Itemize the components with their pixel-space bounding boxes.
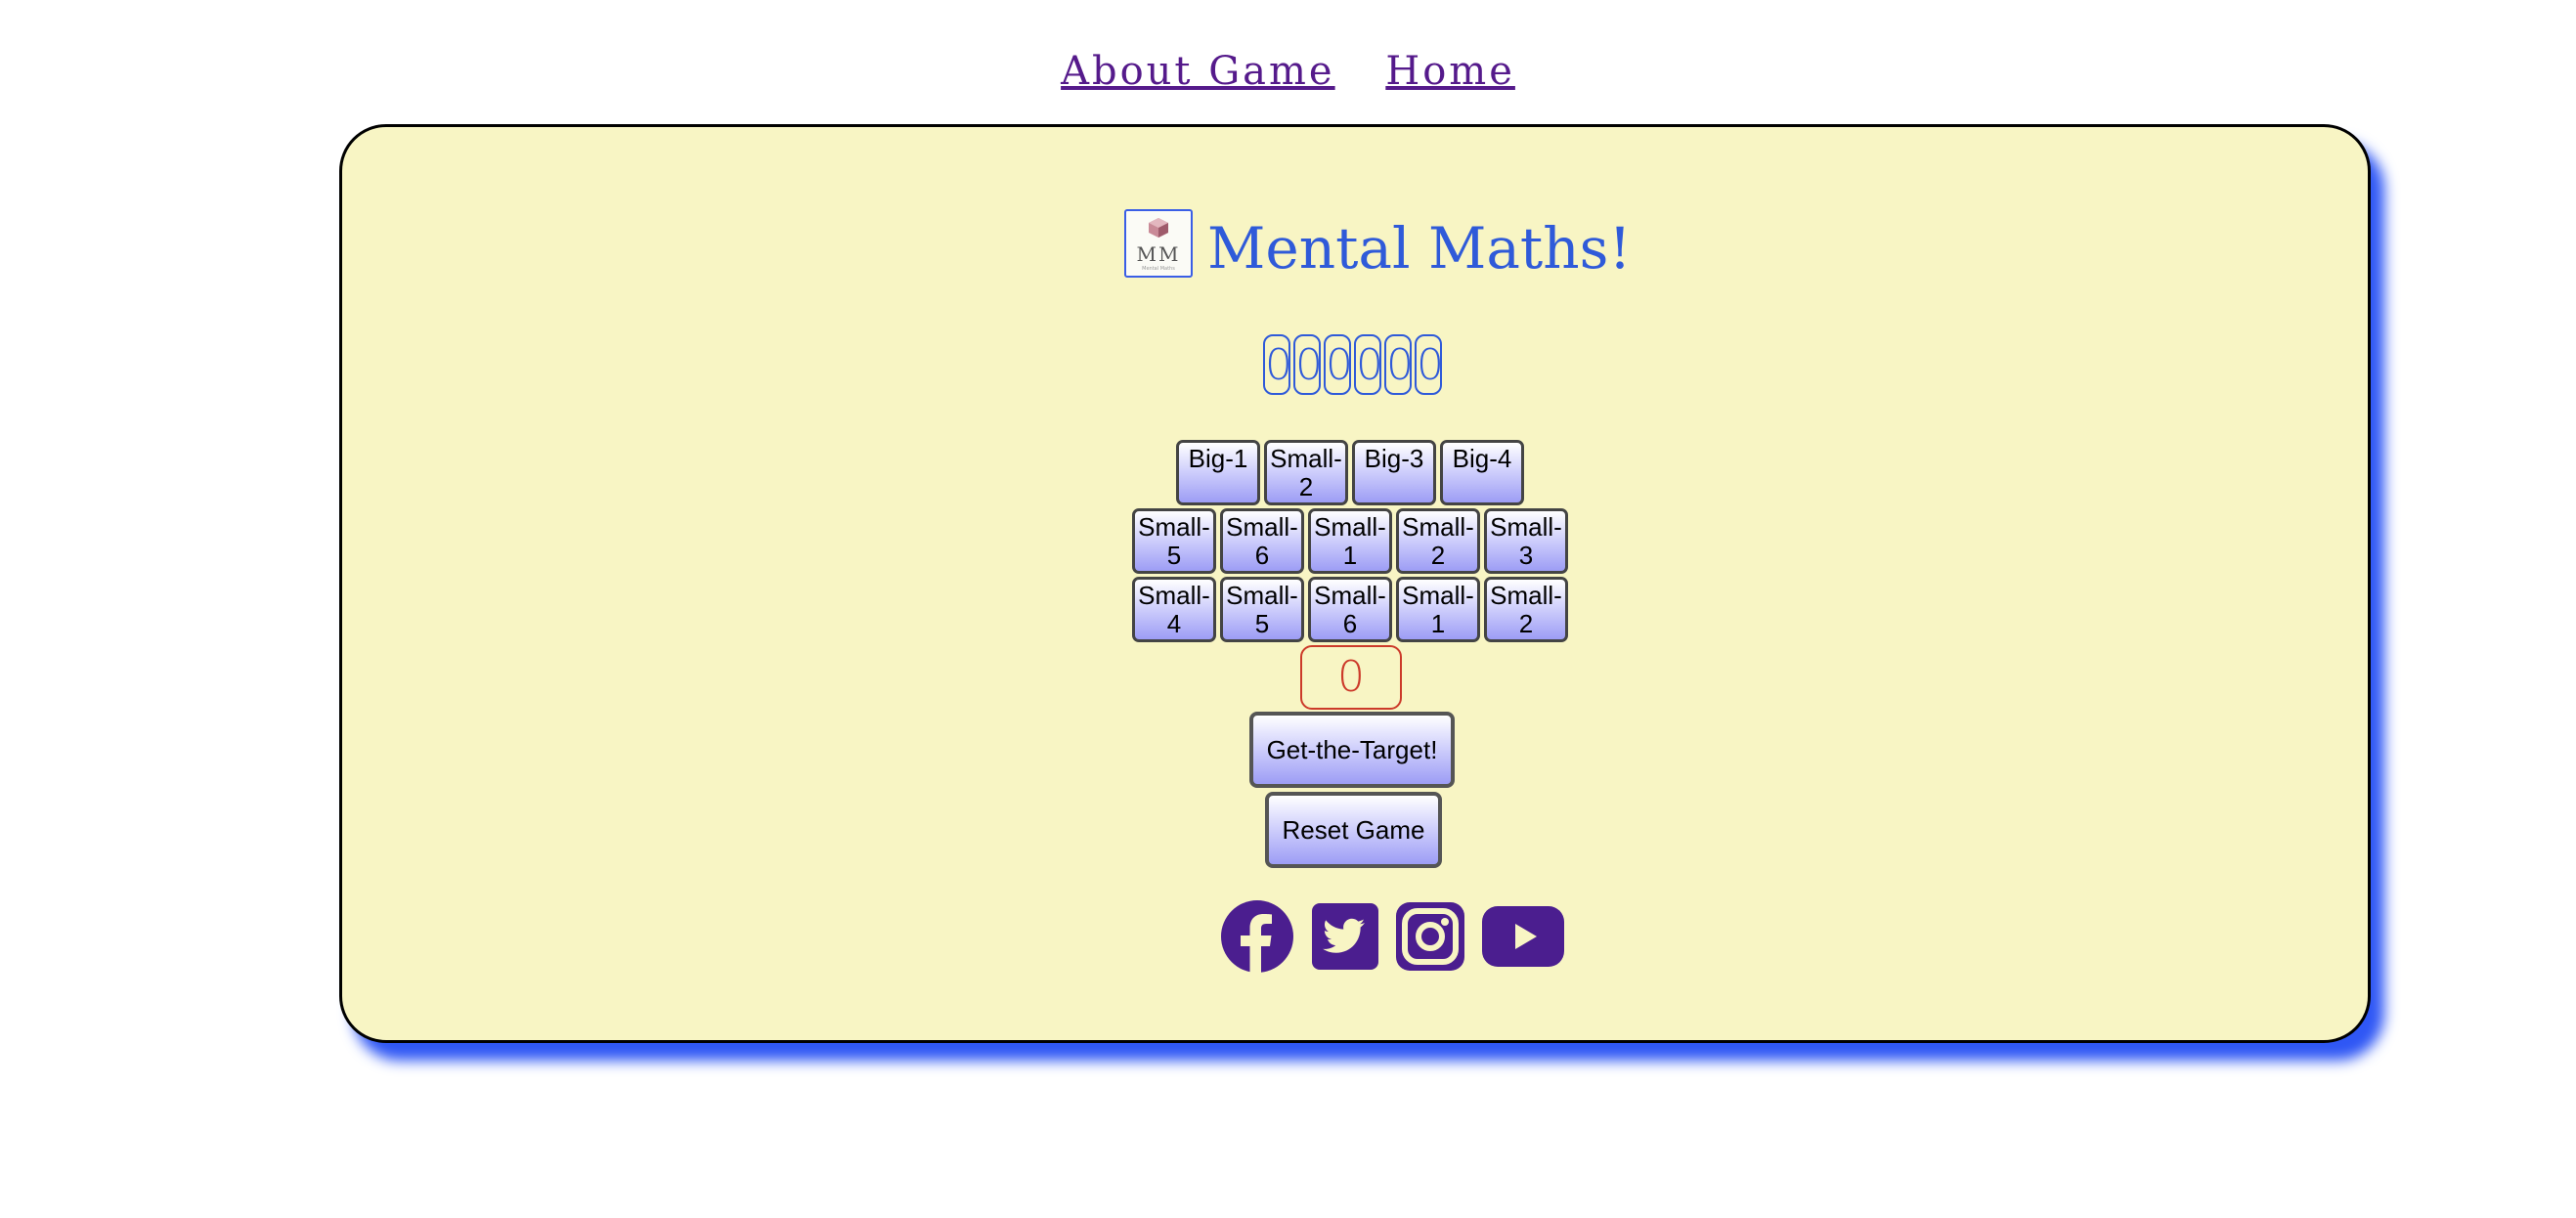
instagram-icon[interactable] <box>1396 902 1464 971</box>
card-button[interactable]: Small-4 <box>1132 577 1216 642</box>
card-button[interactable]: Small-5 <box>1220 577 1304 642</box>
card-button[interactable]: Big-1 <box>1176 440 1260 505</box>
card-button[interactable]: Small-6 <box>1308 577 1392 642</box>
card-button[interactable]: Small-1 <box>1396 577 1480 642</box>
reset-game-button[interactable]: Reset Game <box>1265 792 1442 868</box>
get-target-button[interactable]: Get-the-Target! <box>1249 712 1455 788</box>
twitter-icon[interactable] <box>1312 903 1378 970</box>
card-row-2: Small-5 Small-6 Small-1 Small-2 Small-3 <box>1132 508 1572 574</box>
target-digit: 0 <box>1324 334 1351 395</box>
logo-text: MM <box>1136 242 1181 266</box>
cube-icon <box>1149 218 1168 238</box>
card-button[interactable]: Small-5 <box>1132 508 1216 574</box>
facebook-icon[interactable] <box>1220 899 1294 974</box>
card-row-3: Small-4 Small-5 Small-6 Small-1 Small-2 <box>1132 577 1572 642</box>
game-panel: MM Mental Maths Mental Maths! 0 0 0 0 0 … <box>339 124 2371 1043</box>
target-digit: 0 <box>1263 334 1290 395</box>
youtube-icon[interactable] <box>1482 906 1564 967</box>
logo-subtext: Mental Maths <box>1142 266 1175 272</box>
about-game-link[interactable]: About Game <box>1061 49 1335 94</box>
target-digit: 0 <box>1415 334 1442 395</box>
logo: MM Mental Maths <box>1124 209 1193 278</box>
target-display: 0 0 0 0 0 0 <box>1263 334 1445 395</box>
card-button[interactable]: Small-6 <box>1220 508 1304 574</box>
target-digit: 0 <box>1293 334 1321 395</box>
social-links <box>1220 899 1582 974</box>
target-digit: 0 <box>1354 334 1381 395</box>
card-button[interactable]: Big-3 <box>1352 440 1436 505</box>
title-row: MM Mental Maths Mental Maths! <box>342 209 2368 287</box>
card-button[interactable]: Small-3 <box>1484 508 1568 574</box>
card-button[interactable]: Small-2 <box>1484 577 1568 642</box>
result-display: 0 <box>1300 645 1402 710</box>
top-nav: About Game Home <box>0 49 2576 94</box>
home-link[interactable]: Home <box>1385 49 1515 94</box>
target-digit: 0 <box>1384 334 1412 395</box>
card-button[interactable]: Small-2 <box>1264 440 1348 505</box>
card-button[interactable]: Small-2 <box>1396 508 1480 574</box>
card-row-1: Big-1 Small-2 Big-3 Big-4 <box>1176 440 1528 505</box>
card-button[interactable]: Big-4 <box>1440 440 1524 505</box>
card-button[interactable]: Small-1 <box>1308 508 1392 574</box>
page-title: Mental Maths! <box>1207 215 1632 282</box>
